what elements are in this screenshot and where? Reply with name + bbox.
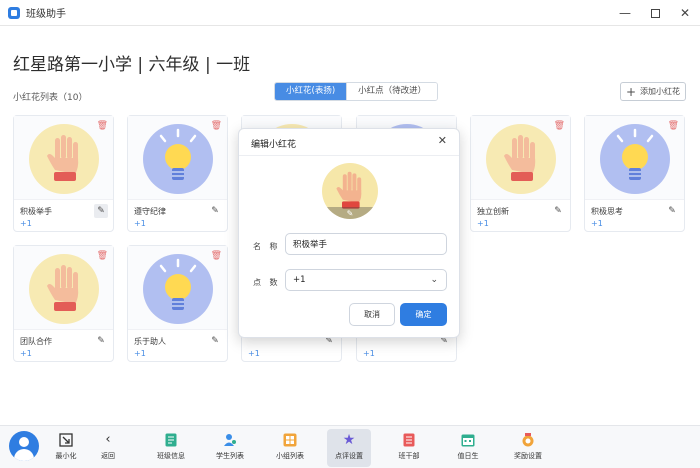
chevron-down-icon: ⌄ [430,275,438,285]
maximize-window-button[interactable] [640,0,670,26]
minimize-window-button[interactable]: — [610,0,640,26]
toolbar-class-info[interactable]: 班级信息 [149,429,193,467]
calendar-icon [460,432,476,448]
cancel-button[interactable]: 取消 [349,303,395,326]
toolbar-duty[interactable]: 值日生 [446,429,490,467]
confirm-button[interactable]: 确定 [400,303,447,326]
toolbar-back[interactable]: ‹ 返回 [86,429,130,467]
class-info-icon [163,432,179,448]
toolbar-label: 班级信息 [157,452,185,460]
change-image-icon[interactable]: ✎ [322,207,378,219]
flower-image-picker[interactable]: ✎ [322,163,378,219]
back-arrow-icon: ‹ [105,432,111,447]
title-bar: 班级助手 — ✕ [0,0,700,26]
toolbar-rewards[interactable]: 奖励设置 [506,429,550,467]
dialog-close-button[interactable]: ✕ [438,134,447,147]
points-select-value: +1 [293,275,306,285]
toolbar-label: 最小化 [55,452,77,460]
app-title: 班级助手 [26,9,66,20]
groups-icon [282,432,298,448]
close-window-button[interactable]: ✕ [670,0,700,26]
name-input[interactable]: 积极举手 [285,233,447,255]
bottom-toolbar: 最小化 ‹ 返回 班级信息 学生列表 小组列表 ★ 点评设置 班干部 值日生 奖… [0,425,700,468]
toolbar-cadre[interactable]: 班干部 [387,429,431,467]
edit-flower-dialog: 编辑小红花 ✕ ✎ 名 称 积极举手 点 数 +1 ⌄ 取消 确定 [238,128,460,338]
minimize-icon [58,432,74,448]
maximize-icon [650,8,660,18]
toolbar-label: 小组列表 [276,452,304,460]
toolbar-students[interactable]: 学生列表 [208,429,252,467]
star-icon: ★ [342,432,356,448]
toolbar-label: 值日生 [457,452,479,460]
toolbar-minimize[interactable]: 最小化 [44,429,88,467]
avatar-body [14,449,34,461]
toolbar-label: 返回 [101,452,115,460]
name-label: 名 称 [253,242,281,251]
dialog-divider [239,155,459,156]
avatar-head [19,437,29,447]
avatar[interactable] [9,431,39,461]
toolbar-review-settings[interactable]: ★ 点评设置 [327,429,371,467]
medal-icon [520,432,536,448]
toolbar-label: 学生列表 [216,452,244,460]
toolbar-label: 班干部 [398,452,420,460]
points-label: 点 数 [253,278,281,287]
app-logo-icon [8,6,20,19]
cadre-icon [401,432,417,448]
toolbar-label: 点评设置 [335,452,363,460]
students-icon [222,432,238,448]
app-window: 班级助手 — ✕ 红星路第一小学 | 六年级 | 一班 小红花列表（10） 小红… [0,0,700,468]
toolbar-label: 奖励设置 [514,452,542,460]
dialog-title: 编辑小红花 [251,140,297,150]
points-select[interactable]: +1 ⌄ [285,269,447,291]
toolbar-groups[interactable]: 小组列表 [268,429,312,467]
